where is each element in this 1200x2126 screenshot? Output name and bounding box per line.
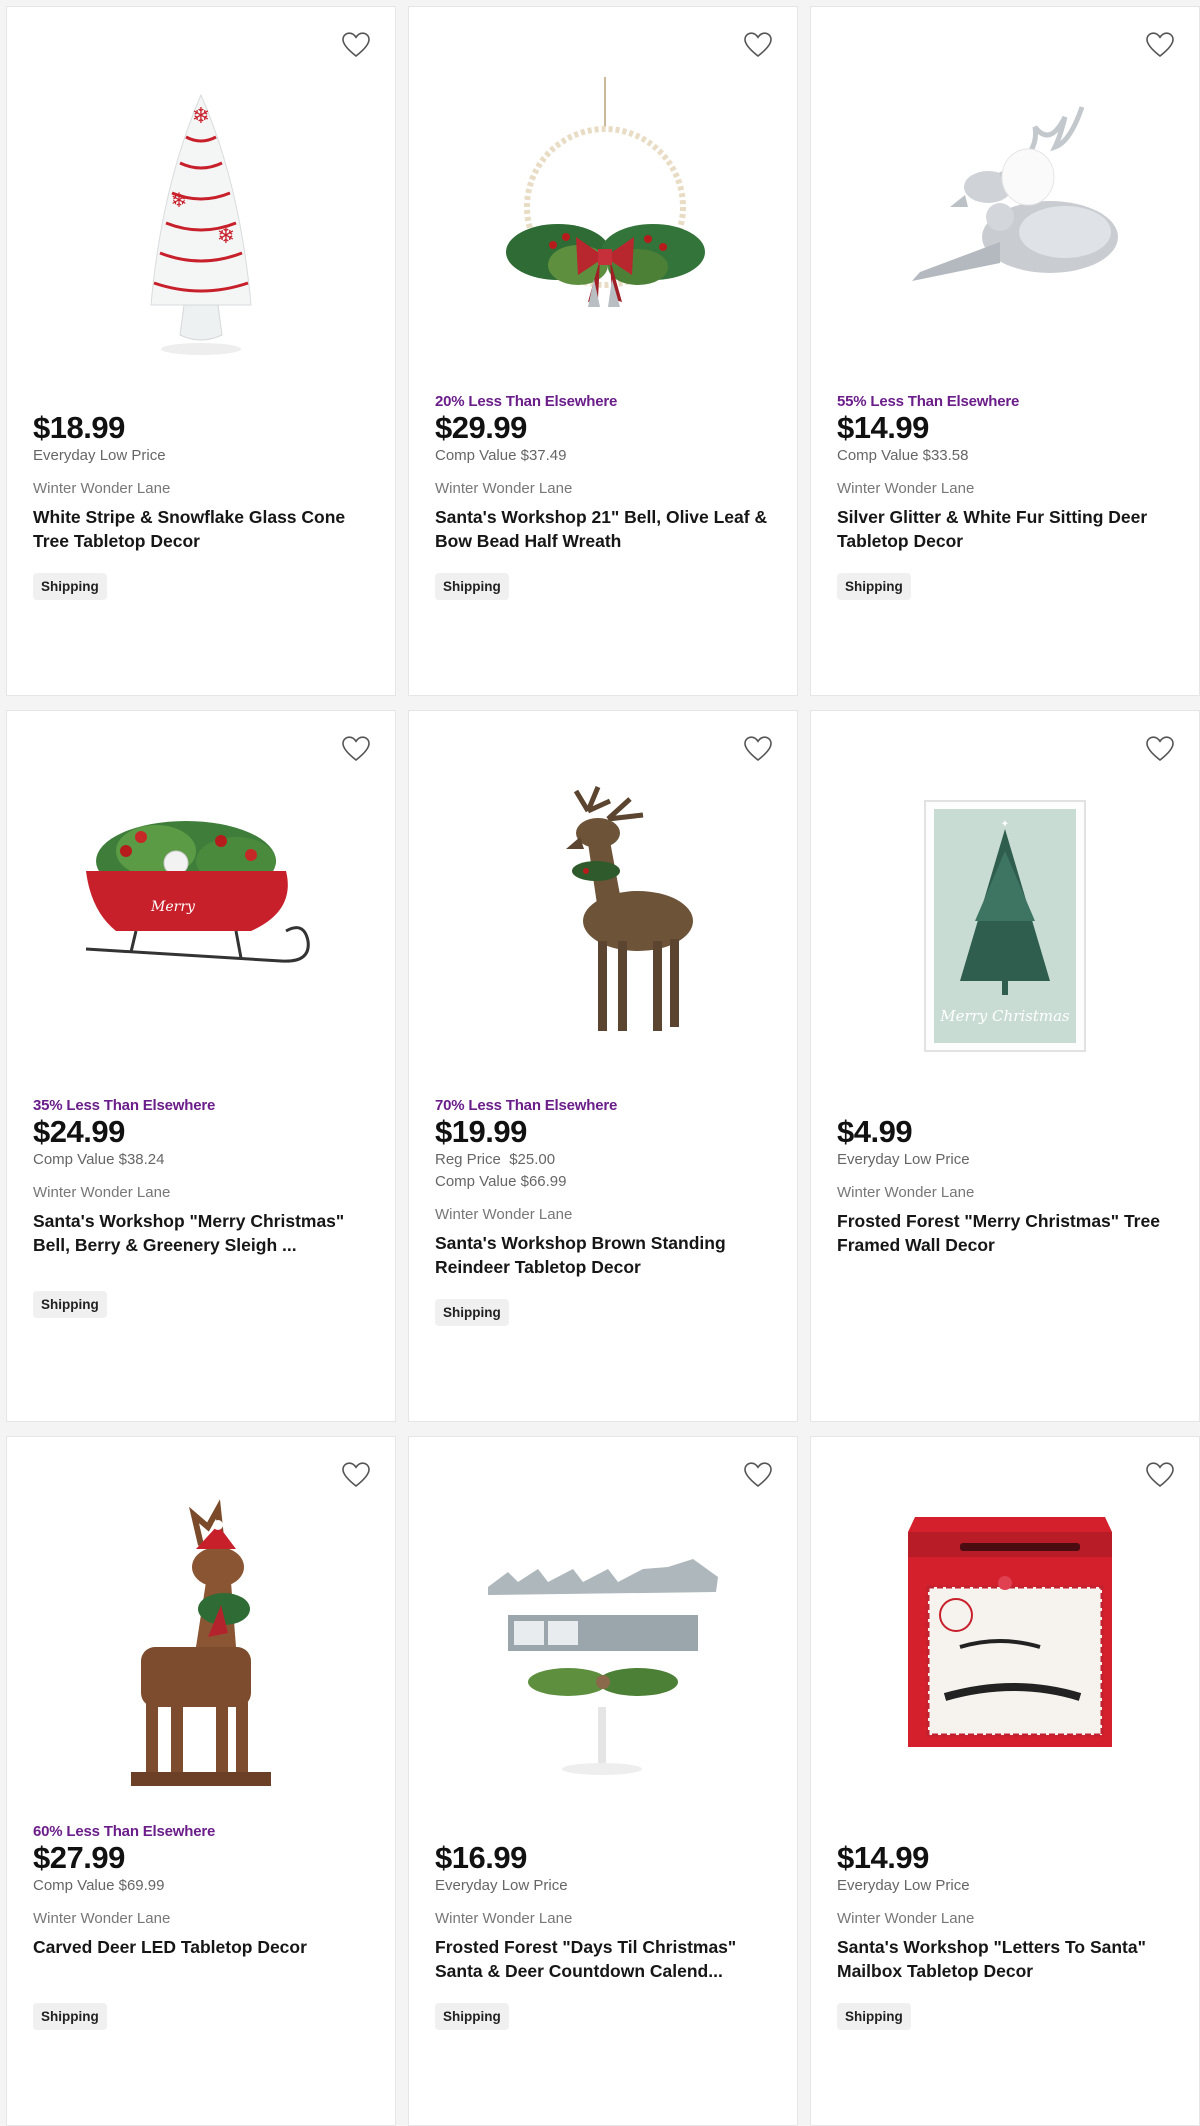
product-image[interactable]: Merry (7, 771, 395, 1071)
brand-name: Winter Wonder Lane (837, 480, 975, 497)
favorite-heart-icon[interactable] (743, 1461, 773, 1489)
product-title[interactable]: Santa's Workshop "Letters To Santa" Mail… (837, 1935, 1173, 1983)
price: $29.99 (435, 410, 527, 445)
reg-price-label: Reg Price (435, 1151, 501, 1168)
price-note: Comp Value $69.99 (33, 1877, 165, 1894)
savings-badge: 60% Less Than Elsewhere (33, 1823, 216, 1840)
price: $24.99 (33, 1114, 125, 1149)
price-note: Comp Value $33.58 (837, 447, 969, 464)
favorite-heart-icon[interactable] (341, 1461, 371, 1489)
favorite-heart-icon[interactable] (341, 31, 371, 59)
product-title[interactable]: Santa's Workshop Brown Standing Reindeer… (435, 1231, 771, 1279)
brand-name: Winter Wonder Lane (33, 1184, 171, 1201)
brand-name: Winter Wonder Lane (33, 480, 171, 497)
shipping-badge: Shipping (33, 573, 107, 600)
product-image[interactable] (811, 1497, 1199, 1797)
shipping-badge: Shipping (435, 573, 509, 600)
price: $14.99 (837, 410, 929, 445)
product-image[interactable] (811, 67, 1199, 367)
product-title[interactable]: Santa's Workshop "Merry Christmas" Bell,… (33, 1209, 369, 1257)
brand-name: Winter Wonder Lane (435, 1206, 573, 1223)
favorite-heart-icon[interactable] (1145, 735, 1175, 763)
price: $19.99 (435, 1114, 527, 1149)
product-image[interactable] (7, 1497, 395, 1797)
savings-badge: 20% Less Than Elsewhere (435, 393, 618, 410)
product-title[interactable]: Carved Deer LED Tabletop Decor (33, 1935, 369, 1959)
shipping-badge: Shipping (435, 2003, 509, 2030)
svg-text:Merry: Merry (150, 899, 196, 915)
product-card[interactable]: ✦ Merry Christmas $4.99 Everyday Low Pri… (810, 710, 1200, 1422)
product-grid: ❄ ❄ ❄ $18.99 Everyday Low Price Winter W… (0, 0, 1200, 2126)
product-card[interactable]: 55% Less Than Elsewhere $14.99 Comp Valu… (810, 6, 1200, 696)
brand-name: Winter Wonder Lane (435, 480, 573, 497)
svg-text:✦: ✦ (1001, 819, 1009, 830)
product-card[interactable]: 20% Less Than Elsewhere $29.99 Comp Valu… (408, 6, 798, 696)
favorite-heart-icon[interactable] (341, 735, 371, 763)
price: $27.99 (33, 1840, 125, 1875)
savings-badge (435, 1823, 771, 1841)
savings-badge: 70% Less Than Elsewhere (435, 1097, 618, 1114)
favorite-heart-icon[interactable] (743, 31, 773, 59)
favorite-heart-icon[interactable] (743, 735, 773, 763)
brand-name: Winter Wonder Lane (837, 1910, 975, 1927)
product-title[interactable]: Frosted Forest "Days Til Christmas" Sant… (435, 1935, 771, 1983)
savings-badge (837, 1097, 1173, 1115)
brand-name: Winter Wonder Lane (435, 1910, 573, 1927)
shipping-badge: Shipping (435, 1299, 509, 1326)
product-card[interactable]: $14.99 Everyday Low Price Winter Wonder … (810, 1436, 1200, 2126)
product-title[interactable]: Frosted Forest "Merry Christmas" Tree Fr… (837, 1209, 1173, 1257)
brand-name: Winter Wonder Lane (837, 1184, 975, 1201)
product-image[interactable]: ✦ Merry Christmas (811, 771, 1199, 1071)
shipping-badge: Shipping (33, 1291, 107, 1318)
price: $16.99 (435, 1840, 527, 1875)
svg-text:❄: ❄ (171, 190, 188, 212)
savings-badge: 35% Less Than Elsewhere (33, 1097, 216, 1114)
brand-name: Winter Wonder Lane (33, 1910, 171, 1927)
reg-price: Reg Price $25.00 (435, 1149, 771, 1171)
product-card[interactable]: 70% Less Than Elsewhere $19.99 Reg Price… (408, 710, 798, 1422)
price-note: Everyday Low Price (837, 1877, 970, 1894)
product-image[interactable] (409, 67, 797, 367)
price-note: Comp Value $37.49 (435, 447, 567, 464)
product-image[interactable]: ❄ ❄ ❄ (7, 67, 395, 367)
price: $4.99 (837, 1114, 913, 1149)
product-image[interactable] (409, 771, 797, 1071)
savings-badge (33, 393, 369, 411)
svg-text:❄: ❄ (217, 223, 235, 248)
favorite-heart-icon[interactable] (1145, 1461, 1175, 1489)
product-title[interactable]: White Stripe & Snowflake Glass Cone Tree… (33, 505, 369, 553)
price: $18.99 (33, 410, 125, 445)
product-card[interactable]: 60% Less Than Elsewhere $27.99 Comp Valu… (6, 1436, 396, 2126)
svg-text:❄: ❄ (192, 103, 210, 128)
price: $14.99 (837, 1840, 929, 1875)
shipping-badge: Shipping (33, 2003, 107, 2030)
price-note: Everyday Low Price (435, 1877, 568, 1894)
price-note: Comp Value $38.24 (33, 1151, 165, 1168)
shipping-badge: Shipping (837, 573, 911, 600)
product-card[interactable]: Merry 35% Less Than Elsewhere $24.99 Com… (6, 710, 396, 1422)
favorite-heart-icon[interactable] (1145, 31, 1175, 59)
savings-badge (837, 1823, 1173, 1841)
framed-art-caption: Merry Christmas (939, 1007, 1070, 1025)
product-title[interactable]: Santa's Workshop 21" Bell, Olive Leaf & … (435, 505, 771, 553)
product-card[interactable]: ❄ ❄ ❄ $18.99 Everyday Low Price Winter W… (6, 6, 396, 696)
savings-badge: 55% Less Than Elsewhere (837, 393, 1020, 410)
product-title[interactable]: Silver Glitter & White Fur Sitting Deer … (837, 505, 1173, 553)
shipping-badge: Shipping (837, 2003, 911, 2030)
product-card[interactable]: $16.99 Everyday Low Price Winter Wonder … (408, 1436, 798, 2126)
reg-price-value: $25.00 (509, 1151, 556, 1168)
product-image[interactable] (409, 1497, 797, 1797)
price-note: Everyday Low Price (33, 447, 166, 464)
price-note: Everyday Low Price (837, 1151, 970, 1168)
price-note: Comp Value $66.99 (435, 1173, 567, 1190)
